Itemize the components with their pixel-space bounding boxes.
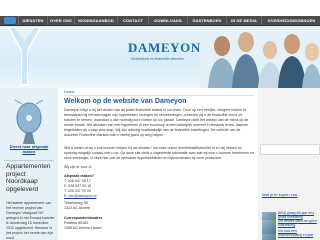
page-title: Welkom op de website van Dameyon (64, 98, 187, 105)
home-button[interactable] (4, 17, 16, 24)
breadcrumb[interactable]: Home (64, 88, 254, 96)
ad-link[interactable]: Uw ziektes laten om geen huisvesting (278, 219, 318, 228)
ad-thumbnail (262, 220, 276, 234)
news-body: Het laatste appartement van het recente … (6, 201, 55, 240)
second-paragraph: Wilt u weten of wij u ook kunnen helpen … (64, 146, 254, 160)
address-line-1: Tolweidweg 38 (64, 201, 88, 205)
nav-item-contact[interactable]: CONTACT (117, 16, 148, 25)
dameyon-logo-icon (8, 28, 41, 86)
ad-section-link[interactable]: Wat je te kopen zou (258, 190, 320, 200)
news-headline[interactable]: Appartementen project Noordkaap opgeleve… (6, 163, 58, 193)
nav-item-over-ons[interactable]: OVER ONS (47, 16, 74, 25)
email-link[interactable]: E: info@dameyon.nl (64, 194, 96, 198)
intro-paragraph: Dameyon helpt u bij het vinden van de ju… (64, 108, 249, 137)
satellite-dish-icon (14, 99, 44, 144)
fax: F: 026 047 05 18 (64, 184, 92, 188)
nav-item-diensten[interactable]: DIENSTEN (18, 16, 47, 25)
left-sidebar: Direct naar afspraak maken Appartementen… (0, 88, 58, 240)
address-line-2: 1322 AC Almere (64, 206, 90, 210)
nav-item-in-de-media[interactable]: IN DE MEDIA (226, 16, 261, 25)
sidebar-divider (4, 160, 54, 161)
page: DIENSTEN OVER ONS WONINGAANBOD CONTACT D… (0, 0, 320, 240)
brand-tagline: Makelaardij en financiële diensten (131, 57, 184, 61)
contact-title: Afspraak maken? (64, 174, 94, 178)
main-content: Home Welkom op de website van Dameyon Da… (58, 88, 258, 240)
nav-item-overheidswoningen[interactable]: OVERHEIDSWONINGEN (261, 16, 320, 25)
nav-item-woningaanbod[interactable]: WONINGAANBOD (74, 16, 117, 25)
corr-line-1: Postbus 50183 (64, 221, 88, 225)
correspondence-title: Correspondentieadres (64, 216, 103, 220)
ad-banner[interactable] (260, 144, 320, 155)
family-photo (200, 26, 320, 88)
phone-2: T: 026 047 00 39 (64, 189, 91, 193)
ad-item[interactable]: Uw ziektes laten om geen huisvesting (262, 218, 318, 238)
correspondence-address: Correspondentieadres Postbus 50183 1305 … (64, 216, 144, 231)
sign-off: Wij zijn er voor u! (64, 165, 92, 169)
afspraak-link[interactable]: Direct naar afspraak maken (4, 144, 54, 154)
phone-1: T: 026 047 05 17 (64, 179, 91, 183)
brand-name[interactable]: DAMEYON (128, 40, 201, 56)
nav-item-downloads[interactable]: DOWNLOADS (148, 16, 187, 25)
top-navigation: DIENSTEN OVER ONS WONINGAANBOD CONTACT D… (0, 16, 320, 26)
site-header: DAMEYON Makelaardij en financiële dienst… (0, 26, 320, 88)
nav-item-gastenboek[interactable]: GASTENBOEK (187, 16, 226, 25)
visit-address: Tolweidweg 38 1322 AC Almere (64, 201, 144, 211)
corr-line-2: 1305 AD Almere-Haven (64, 226, 102, 230)
contact-block: Afspraak maken? T: 026 047 05 17 F: 026 … (64, 174, 144, 199)
